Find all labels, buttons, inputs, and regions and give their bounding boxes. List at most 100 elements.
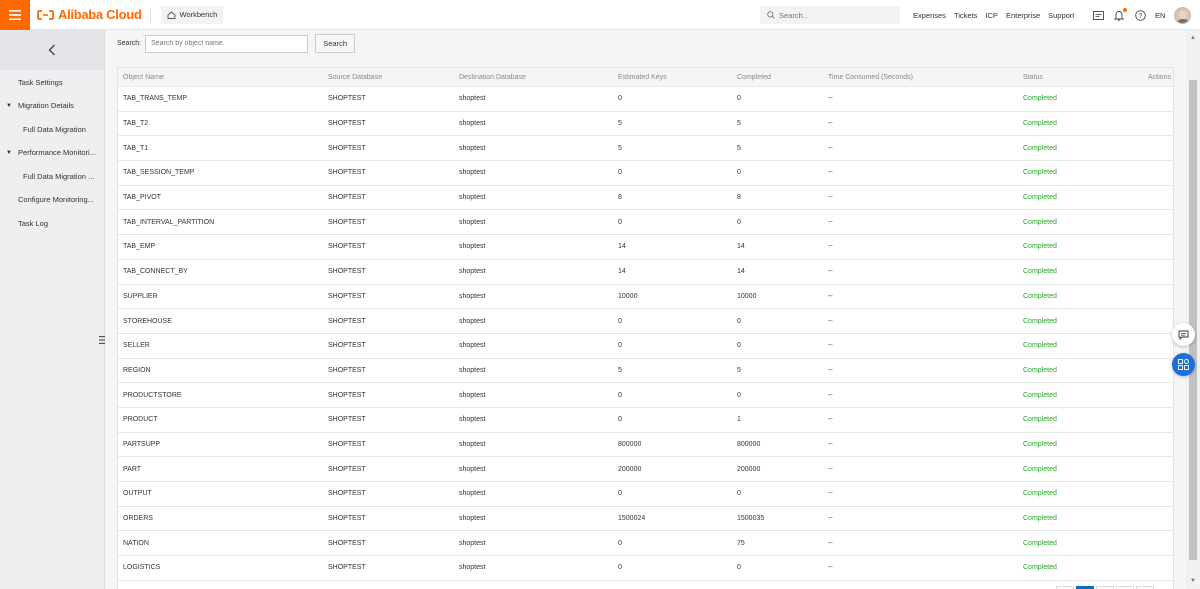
table-row[interactable]: TAB_CONNECT_BY SHOPTEST shoptest 14 14 -- Comp… — [118, 260, 1173, 285]
completed-cell: 0 — [737, 564, 741, 572]
object-name-cell: REGION — [123, 366, 151, 374]
table-row[interactable]: OUTPUT SHOPTEST shoptest 0 0 -- Completed — [118, 482, 1173, 507]
page-scrollbar[interactable]: ▲ ▼ — [1186, 30, 1200, 589]
workbench-button[interactable]: Workbench — [160, 5, 224, 24]
table-row[interactable]: PRODUCT SHOPTEST shoptest 0 1 -- Completed — [118, 408, 1173, 433]
alibaba-cloud-logo[interactable]: Alibaba Cloud — [37, 7, 142, 22]
bell-icon[interactable] — [1113, 8, 1127, 21]
global-search-box[interactable] — [760, 6, 900, 24]
status-cell: Completed — [1023, 416, 1057, 424]
table-row[interactable]: TAB_T1 SHOPTEST shoptest 5 5 -- Completed — [118, 136, 1173, 162]
estimated-keys-cell: 0 — [618, 95, 622, 103]
table-row[interactable]: TAB_T2 SHOPTEST shoptest 5 5 -- Completed — [118, 112, 1173, 137]
sidebar-item-task-log[interactable]: Task Log — [0, 219, 105, 228]
sidebar-item-task-settings[interactable]: Task Settings — [0, 78, 105, 87]
icp-link[interactable]: ICP — [985, 11, 998, 20]
destination-database-cell: shoptest — [459, 391, 486, 399]
enterprise-link[interactable]: Enterprise — [1006, 11, 1040, 20]
expenses-link[interactable]: Expenses — [913, 11, 946, 20]
svg-text:?: ? — [1138, 13, 1142, 20]
source-database-cell: SHOPTEST — [328, 465, 366, 473]
destination-database-cell: shoptest — [459, 416, 486, 424]
table-row[interactable]: SUPPLIER SHOPTEST shoptest 10000 10000 -- Comp… — [118, 285, 1173, 310]
sidebar-item-full-data-migration-performance[interactable]: Full Data Migration ... — [0, 172, 105, 181]
sidebar-collapse-handle[interactable] — [98, 333, 106, 347]
table-row[interactable]: TAB_PIVOT SHOPTEST shoptest 8 8 -- Completed — [118, 186, 1173, 211]
table-row[interactable]: NATION SHOPTEST shoptest 0 75 -- Completed — [118, 531, 1173, 557]
time-consumed-cell: -- — [828, 391, 833, 399]
sidebar-item-label: Configure Monitoring... — [18, 195, 94, 204]
status-cell: Completed — [1023, 391, 1057, 399]
source-database-cell: SHOPTEST — [328, 366, 366, 374]
table-row[interactable]: TAB_EMP SHOPTEST shoptest 14 14 -- Completed — [118, 235, 1173, 260]
completed-cell: 0 — [737, 342, 741, 350]
global-search-input[interactable] — [779, 10, 889, 20]
completed-cell: 5 — [737, 144, 741, 152]
source-database-cell: SHOPTEST — [328, 268, 366, 276]
time-consumed-cell: -- — [828, 144, 833, 152]
object-name-cell: TAB_EMP — [123, 243, 156, 251]
completed-cell: 800000 — [737, 440, 761, 448]
completed-cell: 200000 — [737, 465, 761, 473]
estimated-keys-cell: 0 — [618, 564, 622, 572]
estimated-keys-cell: 0 — [618, 490, 622, 498]
estimated-keys-cell: 5 — [618, 120, 622, 128]
table-row[interactable]: STOREHOUSE SHOPTEST shoptest 0 0 -- Completed — [118, 309, 1173, 334]
time-consumed-cell: -- — [828, 490, 833, 498]
scroll-up-arrow-icon[interactable]: ▲ — [1186, 32, 1200, 44]
table-row[interactable]: TAB_INTERVAL_PARTITION SHOPTEST shoptest 0 0… — [118, 210, 1173, 236]
source-database-cell: SHOPTEST — [328, 95, 366, 103]
source-database-cell: SHOPTEST — [328, 194, 366, 202]
language-switcher[interactable]: EN — [1155, 11, 1165, 20]
help-icon[interactable]: ? — [1134, 9, 1146, 21]
table-row[interactable]: PART SHOPTEST shoptest 200000 200000 -- Comple… — [118, 457, 1173, 482]
estimated-keys-cell: 14 — [618, 243, 626, 251]
home-icon — [167, 10, 175, 19]
table-row[interactable]: TAB_TRANS_TEMP SHOPTEST shoptest 0 0 -- Comple… — [118, 87, 1173, 112]
time-consumed-cell: -- — [828, 539, 833, 547]
user-avatar[interactable] — [1174, 6, 1192, 24]
table-row[interactable]: PARTSUPP SHOPTEST shoptest 800000 800000 -- Co… — [118, 433, 1173, 458]
table-row[interactable]: ORDERS SHOPTEST shoptest 1500024 1500035 -- Co… — [118, 507, 1173, 532]
object-search-input[interactable] — [145, 34, 309, 53]
migration-objects-table: Object Name Source Database Destination … — [117, 67, 1174, 589]
object-name-cell: TAB_TRANS_TEMP — [123, 95, 188, 103]
sidebar-item-performance-monitoring[interactable]: ▼ Performance Monitori... — [0, 148, 105, 157]
sidebar-item-configure-monitoring[interactable]: Configure Monitoring... — [0, 195, 105, 204]
completed-cell: 75 — [737, 539, 745, 547]
destination-database-cell: shoptest — [459, 218, 486, 226]
destination-database-cell: shoptest — [459, 243, 486, 251]
object-name-cell: PRODUCTSTORE — [123, 391, 182, 399]
object-search-row: Search: Search — [117, 34, 356, 53]
scrollbar-thumb[interactable] — [1189, 80, 1197, 560]
source-database-cell: SHOPTEST — [328, 440, 366, 448]
table-row[interactable]: LOGISTICS SHOPTEST shoptest 0 0 -- Completed — [118, 556, 1173, 581]
scroll-down-arrow-icon[interactable]: ▼ — [1186, 575, 1200, 587]
support-link[interactable]: Support — [1048, 11, 1074, 20]
table-row[interactable]: REGION SHOPTEST shoptest 5 5 -- Completed — [118, 359, 1173, 384]
status-cell: Completed — [1023, 169, 1057, 177]
source-database-cell: SHOPTEST — [328, 416, 366, 424]
search-button[interactable]: Search — [315, 34, 356, 53]
table-row[interactable]: PRODUCTSTORE SHOPTEST shoptest 0 0 -- Complete… — [118, 383, 1173, 408]
sidebar-item-full-data-migration[interactable]: Full Data Migration — [0, 125, 105, 134]
destination-database-cell: shoptest — [459, 366, 486, 374]
table-row[interactable]: SELLER SHOPTEST shoptest 0 0 -- Completed — [118, 334, 1173, 359]
apps-menu-button[interactable] — [1172, 353, 1195, 376]
object-name-cell: SUPPLIER — [123, 292, 158, 300]
hamburger-icon — [9, 9, 21, 20]
top-navigation-bar: Alibaba Cloud Workbench Expenses Tickets… — [0, 0, 1200, 30]
message-icon[interactable] — [1092, 9, 1104, 21]
table-row[interactable]: TAB_SESSION_TEMP SHOPTEST shoptest 0 0 -- Comp… — [118, 161, 1173, 186]
feedback-chat-button[interactable] — [1172, 323, 1195, 346]
source-database-cell: SHOPTEST — [328, 169, 366, 177]
back-button[interactable] — [0, 30, 104, 70]
caret-down-icon: ▼ — [6, 149, 12, 156]
sidebar-item-migration-details[interactable]: ▼ Migration Details — [0, 101, 105, 110]
tickets-link[interactable]: Tickets — [954, 11, 977, 20]
hamburger-menu-button[interactable] — [0, 0, 30, 30]
destination-database-cell: shoptest — [459, 564, 486, 572]
completed-cell: 8 — [737, 194, 741, 202]
status-cell: Completed — [1023, 440, 1057, 448]
column-header: Time Consumed (Seconds) — [828, 73, 913, 81]
